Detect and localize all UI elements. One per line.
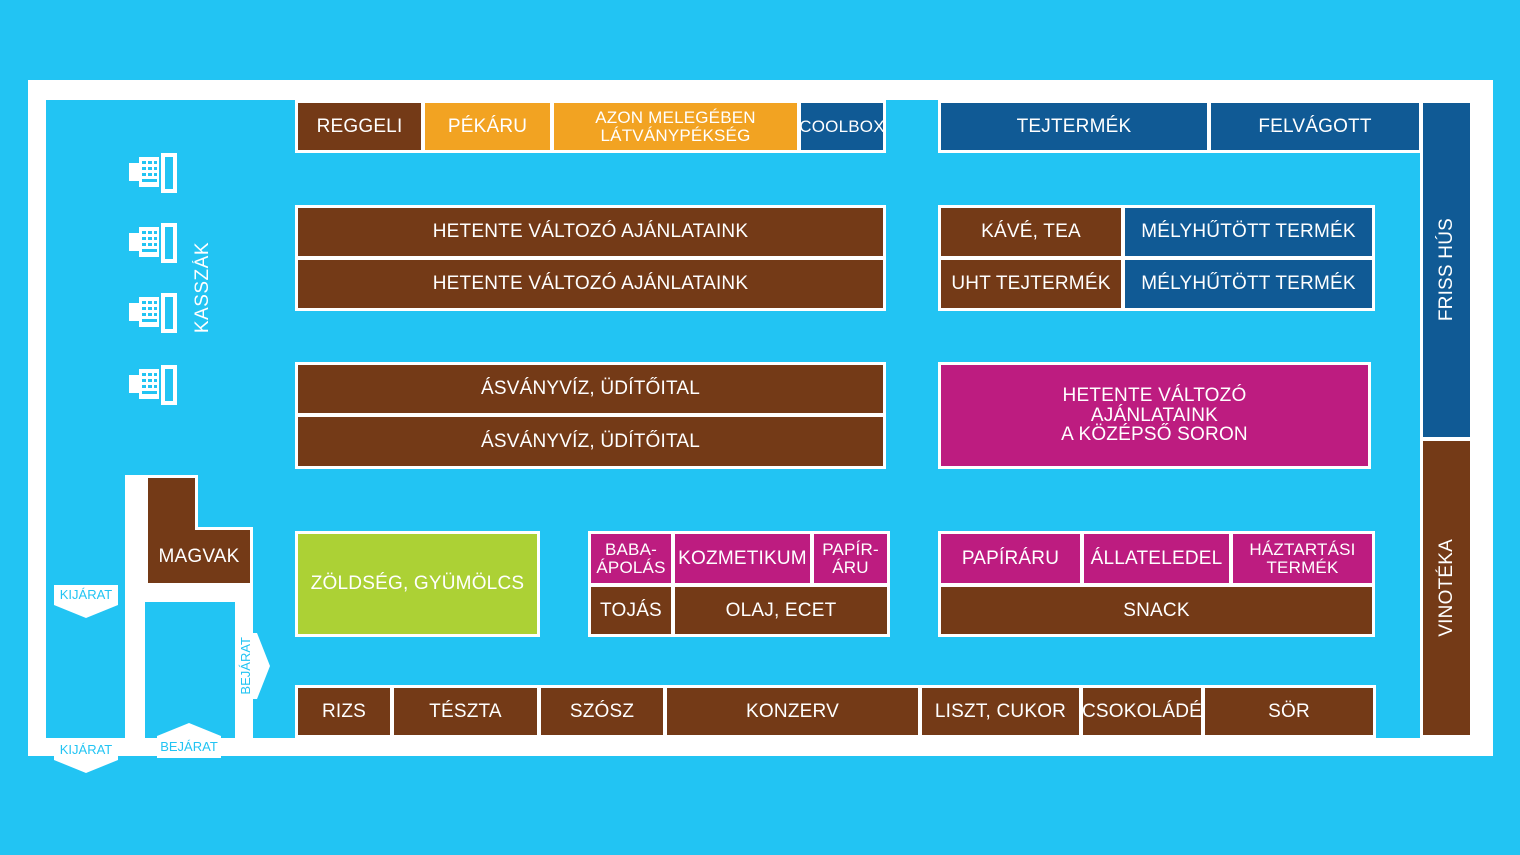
wall-top bbox=[28, 80, 1493, 100]
shelf-asvanyviz-2[interactable]: ÁSVÁNYVÍZ, ÜDÍTŐITAL bbox=[295, 414, 886, 469]
wall-right bbox=[1473, 80, 1493, 756]
shelf-kave-tea[interactable]: KÁVÉ, TEA bbox=[938, 205, 1124, 259]
wall-left bbox=[28, 80, 46, 756]
shelf-weekly-offers-2[interactable]: HETENTE VÁLTOZÓ AJÁNLATAINK bbox=[295, 257, 886, 311]
kijarat-label-1: KIJÁRAT bbox=[59, 587, 113, 602]
friss-hus-label: FRISS HÚS bbox=[1435, 218, 1457, 322]
magvak-corner-line bbox=[195, 527, 253, 530]
shelf-csokolade[interactable]: CSOKOLÁDÉ bbox=[1080, 685, 1204, 738]
shelf-kozmetikum[interactable]: KOZMETIKUM bbox=[672, 531, 813, 586]
shelf-asvanyviz-1[interactable]: ÁSVÁNYVÍZ, ÜDÍTŐITAL bbox=[295, 362, 886, 416]
shelf-teszta[interactable]: TÉSZTA bbox=[391, 685, 540, 738]
shelf-szosz[interactable]: SZÓSZ bbox=[538, 685, 666, 738]
cash-register-icon bbox=[129, 365, 177, 405]
shelf-latvanypekseg[interactable]: AZON MELEGÉBEN LÁTVÁNYPÉKSÉG bbox=[551, 100, 800, 153]
shelf-zoldseg-gyumolcs[interactable]: ZÖLDSÉG, GYÜMÖLCS bbox=[295, 531, 540, 637]
shelf-olaj-ecet[interactable]: OLAJ, ECET bbox=[672, 584, 890, 637]
shelf-magvak[interactable]: MAGVAK bbox=[145, 530, 253, 586]
section-vinoteka[interactable]: VINOTÉKA bbox=[1420, 438, 1473, 738]
cash-register-icon bbox=[129, 223, 177, 263]
shelf-pekaru[interactable]: PÉKÁRU bbox=[422, 100, 553, 153]
shelf-middle-offers[interactable]: HETENTE VÁLTOZÓ AJÁNLATAINK A KÖZÉPSŐ SO… bbox=[938, 362, 1371, 469]
shelf-konzerv[interactable]: KONZERV bbox=[664, 685, 921, 738]
shelf-papiraru[interactable]: PAPÍRÁRU bbox=[938, 531, 1083, 586]
bejarat-label-1: BEJÁRAT bbox=[238, 637, 253, 695]
partition-wall-a bbox=[125, 475, 145, 740]
shelf-liszt-cukor[interactable]: LISZT, CUKOR bbox=[919, 685, 1082, 738]
shelf-magvak-upper bbox=[145, 475, 198, 535]
shelf-sor[interactable]: SÖR bbox=[1202, 685, 1376, 738]
kijarat-label-2: KIJÁRAT bbox=[59, 742, 113, 757]
shelf-haztartasi-termek[interactable]: HÁZTARTÁSI TERMÉK bbox=[1230, 531, 1375, 586]
shelf-allateledel[interactable]: ÁLLATELEDEL bbox=[1081, 531, 1232, 586]
bejarat-label-2: BEJÁRAT bbox=[160, 739, 218, 754]
shelf-tejtermek[interactable]: TEJTERMÉK bbox=[938, 100, 1210, 153]
shelf-babaapolas[interactable]: BABA- ÁPOLÁS bbox=[588, 531, 674, 586]
shelf-melyhutott-1[interactable]: MÉLYHŰTÖTT TERMÉK bbox=[1122, 205, 1375, 259]
partition-wall-h bbox=[145, 584, 253, 602]
shelf-weekly-offers-1[interactable]: HETENTE VÁLTOZÓ AJÁNLATAINK bbox=[295, 205, 886, 259]
vinoteka-label: VINOTÉKA bbox=[1435, 539, 1457, 637]
shelf-rizs[interactable]: RIZS bbox=[295, 685, 393, 738]
wall-bottom bbox=[28, 738, 1493, 756]
shelf-snack[interactable]: SNACK bbox=[938, 584, 1375, 637]
shelf-papir-aru[interactable]: PAPÍR- ÁRU bbox=[811, 531, 890, 586]
shelf-tojas[interactable]: TOJÁS bbox=[588, 584, 674, 637]
shelf-reggeli[interactable]: REGGELI bbox=[295, 100, 424, 153]
cash-register-icon bbox=[129, 153, 177, 193]
shelf-felvagott[interactable]: FELVÁGOTT bbox=[1208, 100, 1422, 153]
shelf-melyhutott-2[interactable]: MÉLYHŰTÖTT TERMÉK bbox=[1122, 257, 1375, 311]
shelf-uht-tejtermek[interactable]: UHT TEJTERMÉK bbox=[938, 257, 1124, 311]
section-friss-hus[interactable]: FRISS HÚS bbox=[1420, 100, 1473, 440]
shelf-coolbox[interactable]: COOLBOX bbox=[798, 100, 886, 153]
kasszak-label: KASSZÁK bbox=[192, 242, 213, 334]
cash-register-icon bbox=[129, 293, 177, 333]
